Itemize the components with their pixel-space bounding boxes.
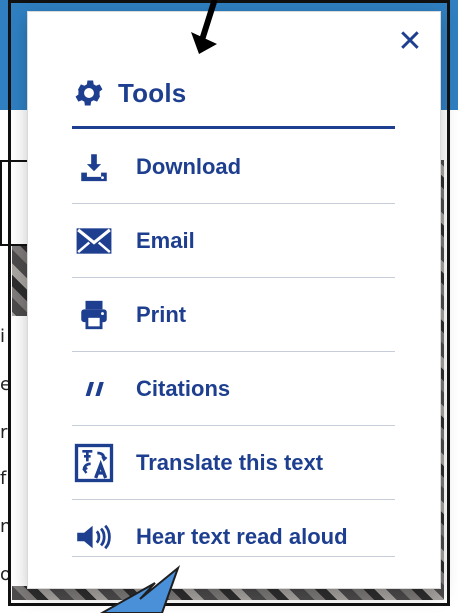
tool-translate[interactable]: Translate this text xyxy=(72,426,395,499)
close-icon[interactable]: ✕ xyxy=(396,27,424,57)
modal-header: Tools xyxy=(72,70,186,116)
tool-print[interactable]: Print xyxy=(72,278,395,351)
envelope-icon xyxy=(72,219,116,263)
translate-icon xyxy=(72,441,116,485)
tool-label: Print xyxy=(136,301,187,327)
tool-label: Hear text read aloud xyxy=(136,523,348,549)
tool-download[interactable]: Download xyxy=(72,130,395,203)
download-icon xyxy=(72,145,116,189)
tool-label: Email xyxy=(136,227,195,253)
blue-pointer-arrow-icon xyxy=(99,564,181,613)
speaker-icon xyxy=(72,515,116,559)
black-pointer-arrow-icon xyxy=(191,0,217,54)
printer-icon xyxy=(72,293,116,337)
quote-icon xyxy=(72,367,116,411)
tool-label: Translate this text xyxy=(136,449,324,475)
gear-icon xyxy=(72,76,106,110)
header-divider xyxy=(72,126,395,129)
tools-modal: ✕ Tools Download Email Print Citations T… xyxy=(28,12,440,588)
modal-title: Tools xyxy=(118,77,187,108)
tool-citations[interactable]: Citations xyxy=(72,352,395,425)
tool-email[interactable]: Email xyxy=(72,204,395,277)
tool-label: Citations xyxy=(136,375,231,401)
tool-label: Download xyxy=(136,153,242,179)
